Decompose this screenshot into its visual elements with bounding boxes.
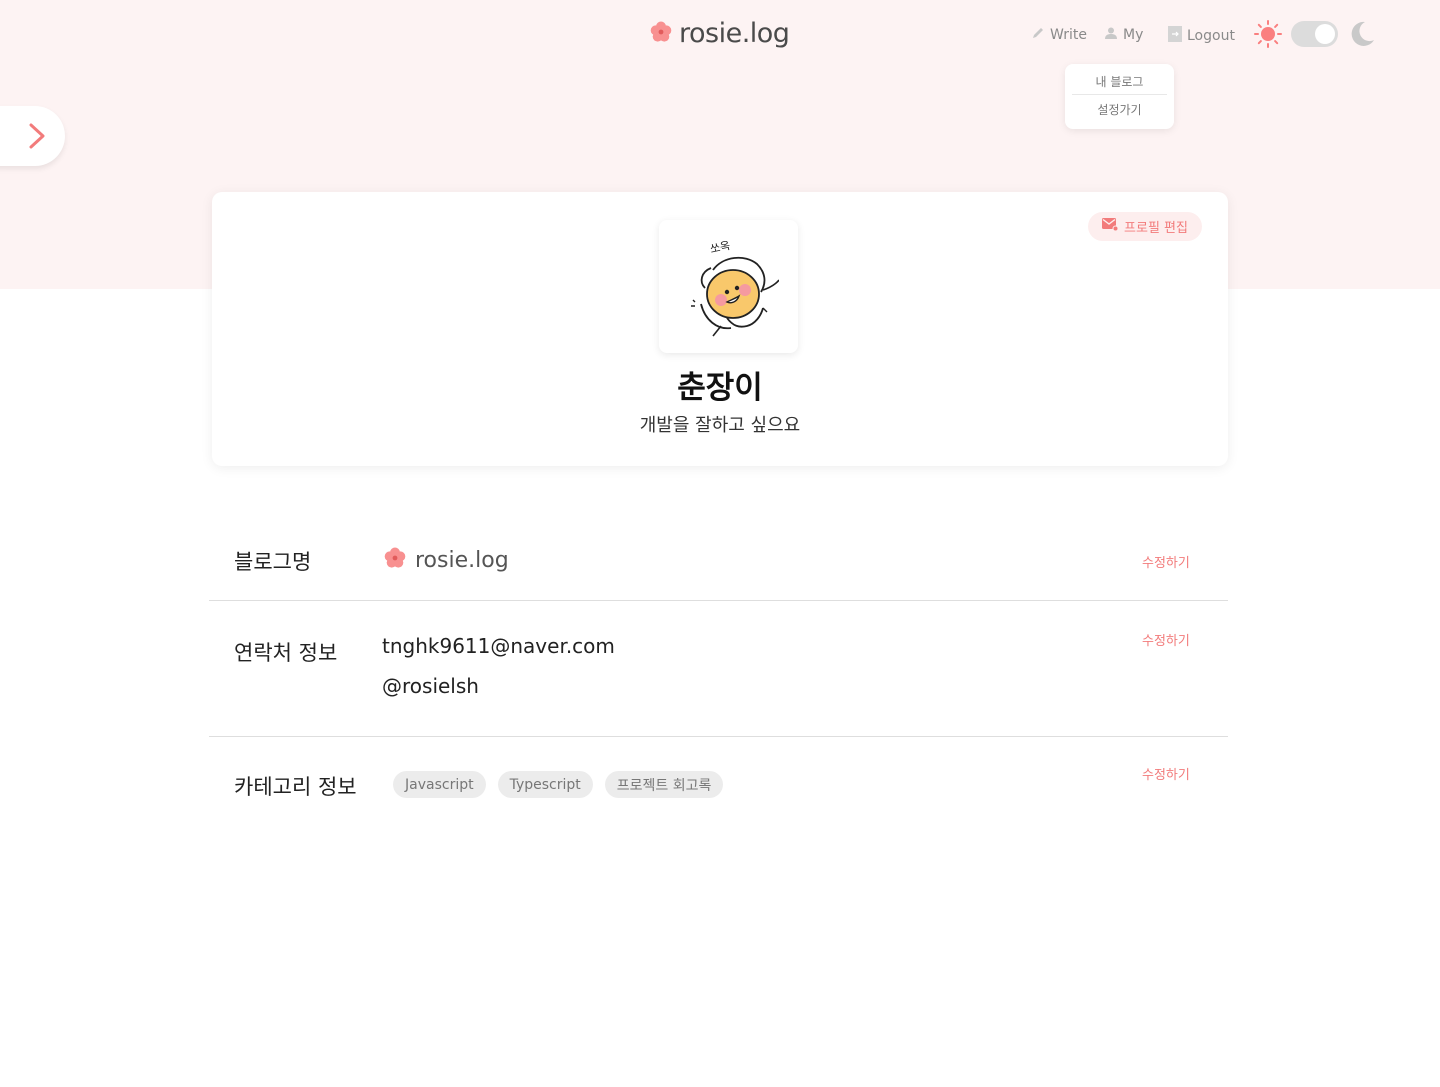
nav-my-link[interactable]: My bbox=[1104, 26, 1143, 44]
mail-edit-icon bbox=[1102, 218, 1119, 235]
nav-write-link[interactable]: Write bbox=[1031, 26, 1087, 44]
sun-icon[interactable] bbox=[1254, 20, 1282, 52]
profile-bio: 개발을 잘하고 싶으요 bbox=[639, 415, 801, 436]
category-tags: Javascript Typescript 프로젝트 회고록 bbox=[393, 771, 724, 798]
nav-logout-label: Logout bbox=[1187, 28, 1235, 44]
user-icon bbox=[1104, 26, 1118, 44]
logout-icon bbox=[1168, 26, 1182, 46]
toggle-knob bbox=[1315, 24, 1335, 44]
avatar[interactable]: 쏘옥 bbox=[659, 220, 798, 353]
flower-icon bbox=[383, 546, 407, 574]
menu-item-settings[interactable]: 설정가기 bbox=[1065, 101, 1174, 118]
edit-category-button[interactable]: 수정하기 bbox=[1142, 764, 1190, 783]
contact-email: tnghk9611@naver.com bbox=[382, 634, 615, 658]
sidebar-open-button[interactable] bbox=[0, 106, 65, 166]
menu-item-my-blog[interactable]: 내 블로그 bbox=[1065, 73, 1174, 90]
edit-profile-label: 프로필 편집 bbox=[1124, 221, 1188, 236]
profile-nickname: 춘장이 bbox=[677, 370, 763, 406]
contact-label: 연락처 정보 bbox=[234, 641, 338, 665]
divider bbox=[209, 736, 1228, 737]
theme-toggle[interactable] bbox=[1291, 21, 1338, 47]
edit-blog-name-button[interactable]: 수정하기 bbox=[1142, 552, 1190, 571]
contact-handle: @rosielsh bbox=[382, 674, 479, 698]
nav-my-label: My bbox=[1123, 27, 1144, 43]
flower-icon bbox=[649, 20, 673, 48]
logo-text: rosie.log bbox=[679, 18, 790, 49]
blog-name-label: 블로그명 bbox=[234, 550, 312, 574]
edit-profile-button[interactable]: 프로필 편집 bbox=[1088, 212, 1202, 241]
category-tag[interactable]: Javascript bbox=[393, 771, 486, 798]
profile-card: 프로필 편집 쏘옥 춘장이 개발을 잘하고 싶으요 bbox=[212, 192, 1228, 466]
my-dropdown-menu: 내 블로그 설정가기 bbox=[1065, 64, 1174, 129]
menu-divider bbox=[1072, 94, 1167, 95]
avatar-caption: 쏘옥 bbox=[709, 239, 732, 256]
category-tag[interactable]: Typescript bbox=[497, 771, 593, 798]
blog-name-text: rosie.log bbox=[415, 547, 509, 573]
site-logo[interactable]: rosie.log bbox=[649, 18, 790, 49]
blog-name-value: rosie.log bbox=[383, 546, 509, 574]
category-tag[interactable]: 프로젝트 회고록 bbox=[604, 771, 724, 798]
divider bbox=[209, 600, 1228, 601]
nav-logout-link[interactable]: Logout bbox=[1168, 26, 1235, 46]
nav-write-label: Write bbox=[1050, 27, 1087, 43]
category-label: 카테고리 정보 bbox=[234, 775, 357, 799]
chevron-right-icon bbox=[29, 123, 45, 149]
moon-icon[interactable] bbox=[1348, 20, 1376, 52]
pencil-icon bbox=[1031, 26, 1045, 44]
edit-contact-button[interactable]: 수정하기 bbox=[1142, 630, 1190, 649]
